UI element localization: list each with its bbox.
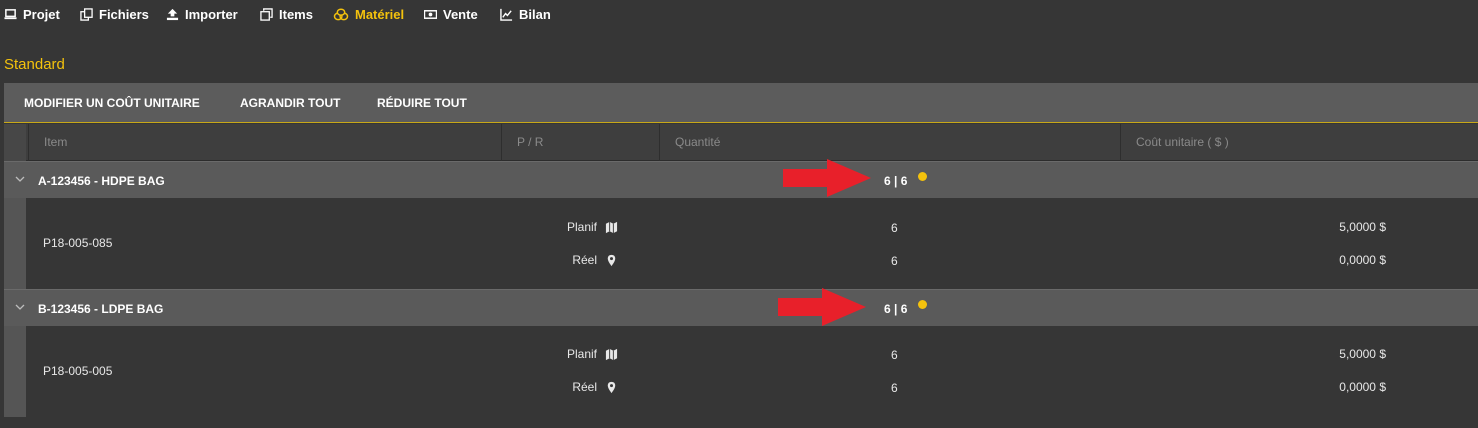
group-title: A-123456 - HDPE BAG [38, 174, 165, 188]
nav-label: Items [279, 6, 313, 22]
pr-reel: Réel [572, 379, 618, 395]
item-detail-row: P18-005-005 Planif 6 5,0000 $ Réel 6 0,0… [4, 326, 1478, 417]
nav-item-fichiers[interactable]: Fichiers [80, 6, 149, 22]
map-marker-icon [607, 254, 616, 266]
quantity-value: 6 [891, 254, 898, 268]
group-quantity: 6 | 6 [884, 174, 908, 188]
modify-unit-cost-button[interactable]: MODIFIER UN COÛT UNITAIRE [24, 96, 200, 110]
quantity-value: 6 [891, 221, 898, 235]
map-icon [605, 348, 618, 360]
section-title: Standard [4, 56, 65, 73]
pr-label: Planif [566, 220, 597, 234]
group-row[interactable]: B-123456 - LDPE BAG 6 | 6 [4, 289, 1478, 326]
collapse-all-button[interactable]: RÉDUIRE TOUT [377, 96, 467, 110]
pr-reel: Réel [572, 252, 618, 268]
chevron-down-icon[interactable] [15, 303, 25, 311]
nav-label: Vente [443, 6, 478, 22]
nav-label: Importer [185, 6, 238, 22]
annotation-arrow [783, 159, 871, 197]
laptop-icon [4, 8, 17, 19]
unit-cost-value: 0,0000 $ [1339, 253, 1386, 267]
help-icon[interactable] [918, 300, 927, 309]
pr-label: Planif [566, 347, 597, 361]
unit-cost-value: 5,0000 $ [1339, 220, 1386, 234]
map-marker-icon [607, 381, 616, 393]
expand-all-button[interactable]: AGRANDIR TOUT [240, 96, 340, 110]
pr-label: Réel [572, 253, 597, 267]
toolbar: MODIFIER UN COÛT UNITAIRE AGRANDIR TOUT … [4, 83, 1478, 123]
column-header-quantity[interactable]: Quantité [659, 124, 1120, 161]
nav-item-materiel[interactable]: Matériel [333, 6, 404, 22]
nav-item-importer[interactable]: Importer [166, 6, 238, 22]
nav-label: Matériel [355, 6, 405, 22]
table-header: Item P / R Quantité Coût unitaire ( $ ) [4, 124, 1478, 161]
copy-files-icon [80, 7, 93, 21]
item-id: P18-005-005 [43, 364, 113, 378]
quantity-value: 6 [891, 348, 898, 362]
quantity-value: 6 [891, 381, 898, 395]
help-icon[interactable] [918, 172, 927, 181]
top-nav: Projet Fichiers Importer Items Matériel … [0, 0, 1478, 28]
nav-label: Fichiers [99, 6, 149, 22]
nav-label: Bilan [519, 6, 551, 22]
nav-item-items[interactable]: Items [260, 6, 313, 22]
item-detail-row: P18-005-085 Planif 6 5,0000 $ Réel 6 0,0… [4, 198, 1478, 289]
annotation-arrow [778, 288, 866, 326]
map-icon [605, 221, 618, 233]
header-lead-cell [4, 124, 26, 161]
nav-label: Projet [23, 6, 60, 22]
column-header-pr[interactable]: P / R [501, 124, 659, 161]
line-chart-icon [500, 8, 513, 21]
money-bill-icon [424, 9, 437, 19]
clone-icon [260, 7, 273, 21]
page: Projet Fichiers Importer Items Matériel … [0, 0, 1478, 428]
unit-cost-value: 5,0000 $ [1339, 347, 1386, 361]
upload-icon [166, 8, 179, 20]
group-title: B-123456 - LDPE BAG [38, 302, 164, 316]
group-quantity: 6 | 6 [884, 302, 908, 316]
detail-lead-cell [4, 326, 26, 417]
nav-item-vente[interactable]: Vente [424, 6, 478, 22]
column-header-item[interactable]: Item [28, 124, 502, 161]
pr-label: Réel [572, 380, 597, 394]
chevron-down-icon[interactable] [15, 175, 25, 183]
coins-icon [333, 7, 349, 20]
unit-cost-value: 0,0000 $ [1339, 380, 1386, 394]
group-row[interactable]: A-123456 - HDPE BAG 6 | 6 [4, 161, 1478, 198]
nav-item-bilan[interactable]: Bilan [500, 6, 551, 22]
detail-lead-cell [4, 198, 26, 289]
nav-item-projet[interactable]: Projet [4, 6, 60, 22]
item-id: P18-005-085 [43, 236, 113, 250]
pr-planif: Planif [567, 346, 618, 362]
column-header-unit-cost[interactable]: Coût unitaire ( $ ) [1120, 124, 1478, 161]
pr-planif: Planif [567, 219, 618, 235]
